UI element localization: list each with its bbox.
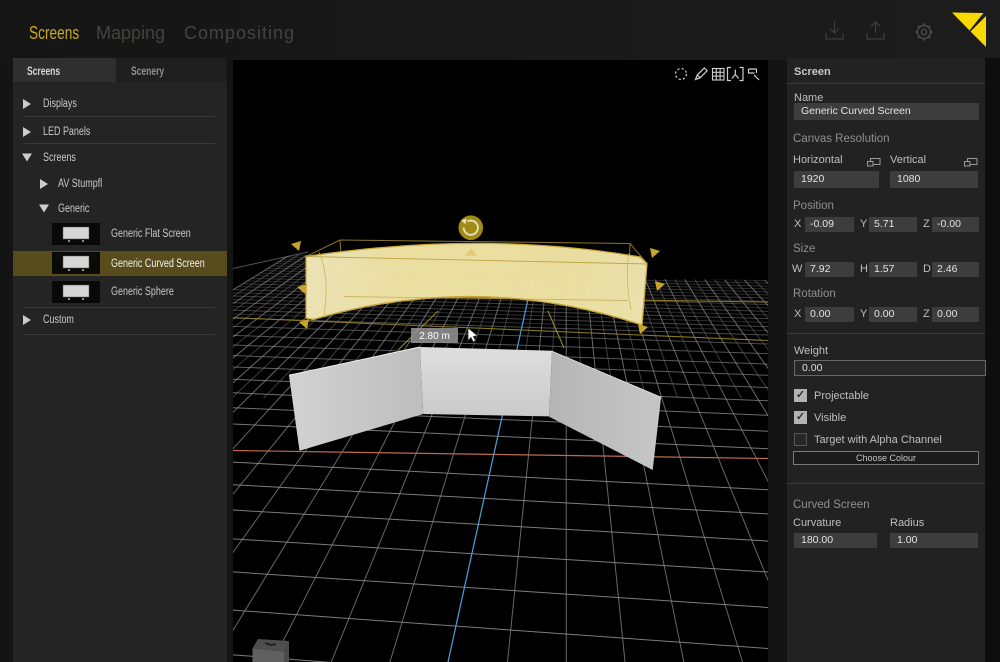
svg-text:2.80 m: 2.80 m: [419, 331, 450, 342]
